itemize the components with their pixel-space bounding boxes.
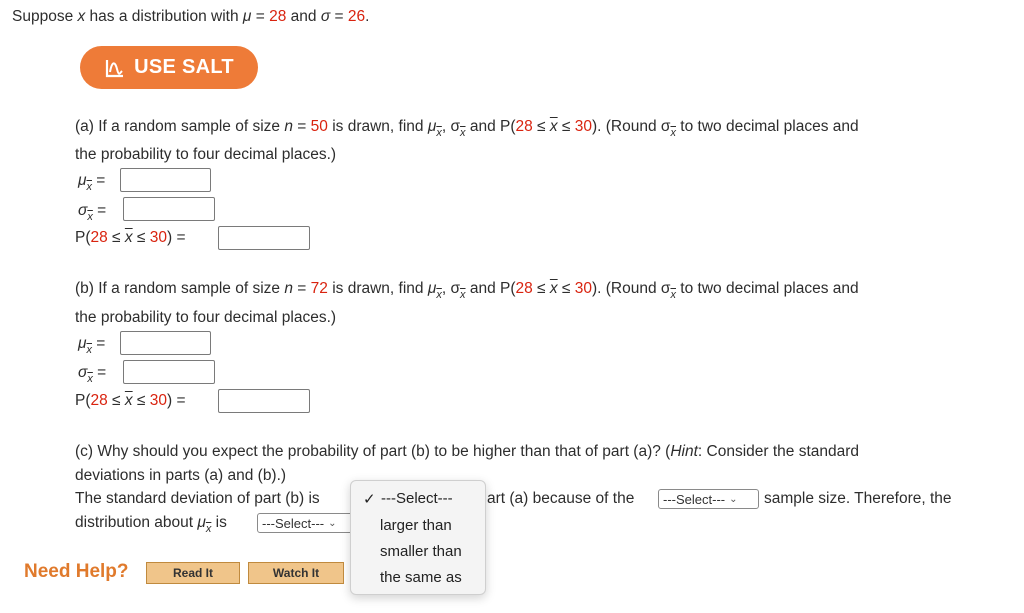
- part-c-question: (c) Why should you expect the probabilit…: [75, 443, 860, 460]
- part-c-sentence-mid: art (a) because of the: [487, 490, 635, 507]
- part-b-question: (b) If a random sample of size n = 72 is…: [75, 280, 859, 301]
- use-salt-button[interactable]: USE SALT: [80, 46, 258, 89]
- read-it-button[interactable]: Read It: [146, 562, 240, 584]
- part-a-mu-label: μx =: [78, 172, 106, 193]
- chevron-down-icon: ⌄: [729, 493, 738, 505]
- part-a-sigma-input[interactable]: [123, 197, 215, 221]
- mu-value: 28: [269, 8, 287, 25]
- part-a-question-line2: the probability to four decimal places.): [75, 146, 337, 163]
- salt-chart-icon: [105, 59, 124, 77]
- part-b-sigma-input[interactable]: [123, 360, 215, 384]
- part-c-sentence-start: The standard deviation of part (b) is: [75, 490, 320, 507]
- distribution-select[interactable]: ---Select--- ⌄: [257, 513, 357, 533]
- part-b-n-value: 72: [310, 280, 328, 297]
- checkmark-icon: ✓: [363, 491, 376, 508]
- part-a-question: (a) If a random sample of size n = 50 is…: [75, 118, 859, 139]
- part-c-line4: distribution about μx is: [75, 514, 227, 535]
- part-a-sigma-label: σx =: [78, 202, 107, 223]
- part-c-sentence-end: sample size. Therefore, the: [764, 490, 952, 507]
- problem-intro: Suppose x has a distribution with μ = 28…: [12, 8, 370, 25]
- need-help-label: Need Help?: [24, 561, 129, 582]
- part-c-question-line2: deviations in parts (a) and (b).): [75, 467, 287, 484]
- sample-size-select[interactable]: ---Select--- ⌄: [658, 489, 759, 509]
- part-a-prob-input[interactable]: [218, 226, 310, 250]
- part-b-prob-label: P(28 ≤ x ≤ 30) =: [75, 392, 186, 409]
- part-b-prob-input[interactable]: [218, 389, 310, 413]
- part-b-mu-input[interactable]: [120, 331, 211, 355]
- part-a-prob-label: P(28 ≤ x ≤ 30) =: [75, 229, 186, 246]
- part-a-mu-input[interactable]: [120, 168, 211, 192]
- std-dev-comparison-dropdown[interactable]: ✓ ---Select--- larger than smaller than …: [350, 480, 486, 595]
- sigma-value: 26: [347, 8, 366, 25]
- chevron-down-icon: ⌄: [328, 517, 337, 529]
- part-b-question-line2: the probability to four decimal places.): [75, 309, 337, 326]
- part-b-sigma-label: σx =: [78, 364, 107, 385]
- part-a-n-value: 50: [310, 118, 328, 135]
- watch-it-button[interactable]: Watch It: [248, 562, 344, 584]
- part-b-mu-label: μx =: [78, 335, 106, 356]
